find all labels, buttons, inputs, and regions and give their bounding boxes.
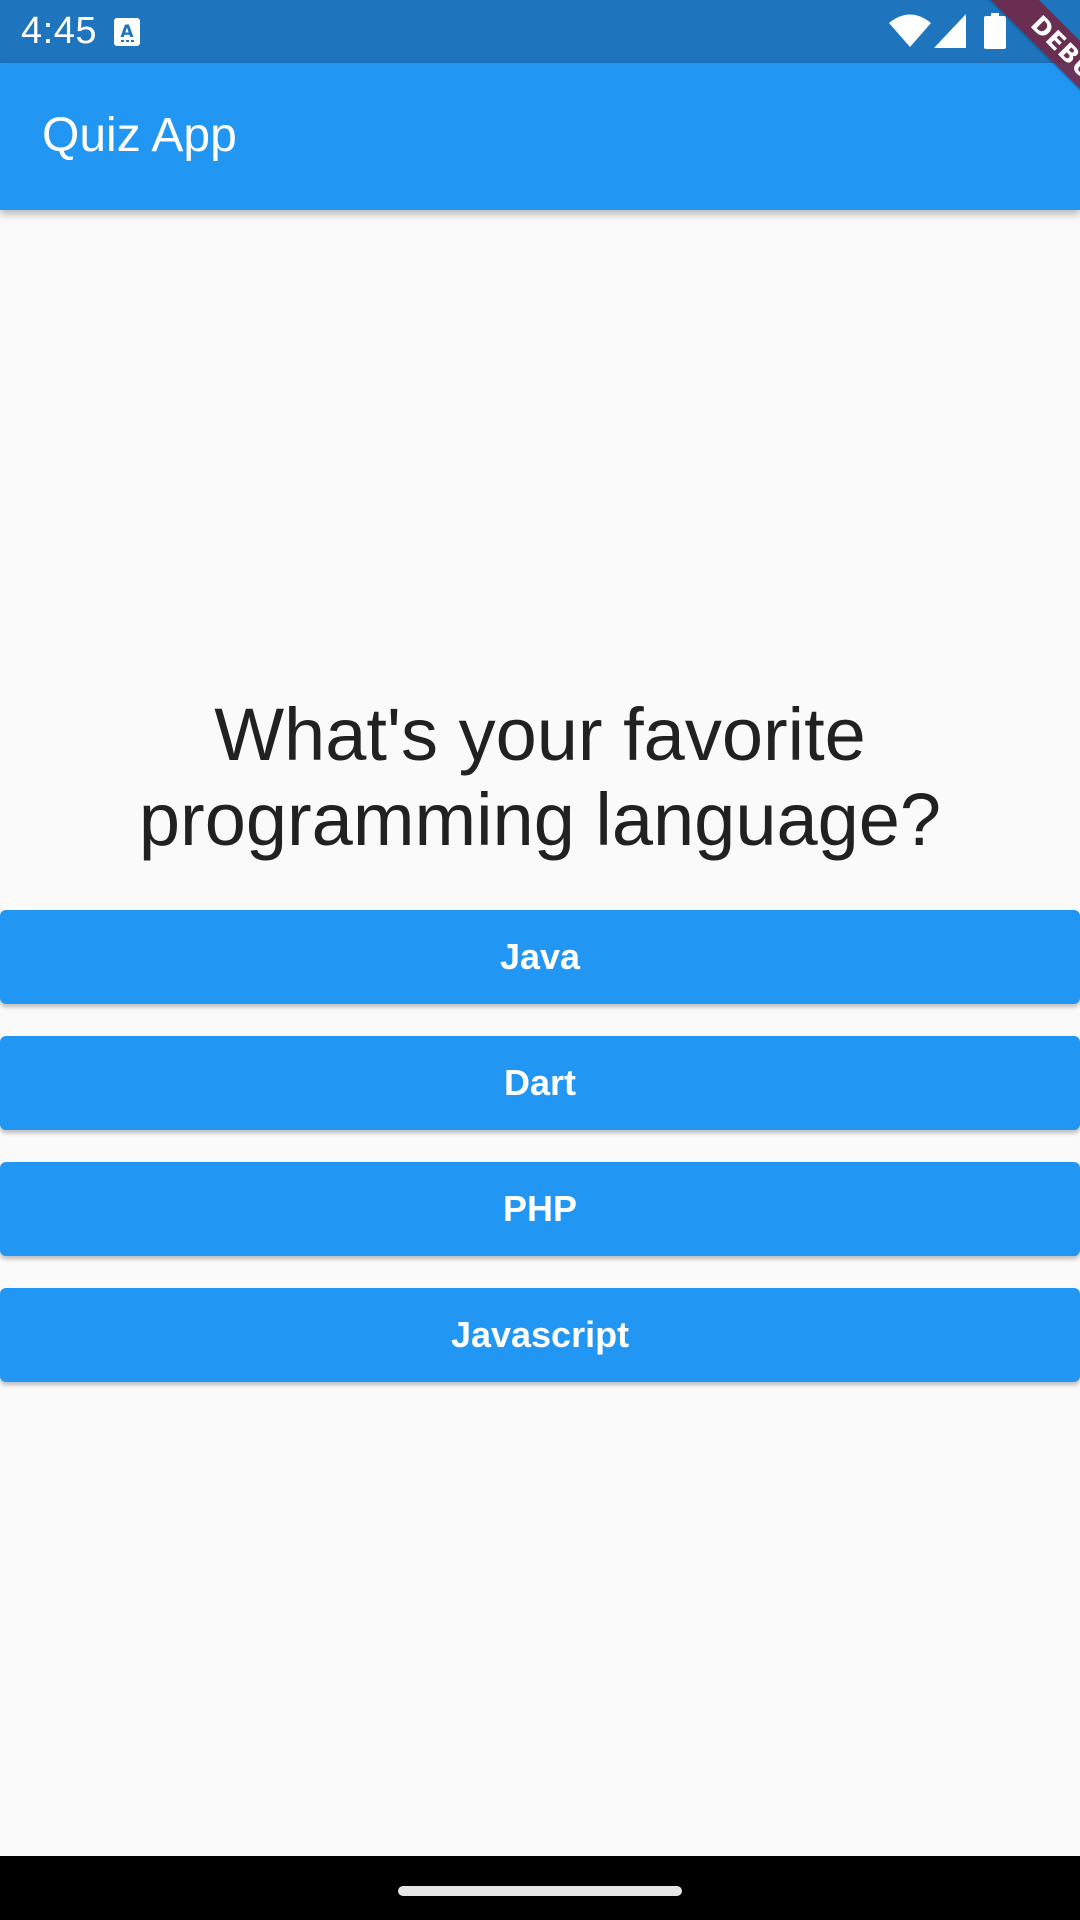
navigation-bar [0,1856,1080,1920]
status-bar: 4:45 A [0,0,1080,63]
quiz-screen: 4:45 A Quiz App DEBUG What's your favori… [0,0,1080,1920]
answer-list: Java Dart PHP Javascript [0,910,1080,1414]
home-indicator[interactable] [398,1886,682,1896]
battery-icon [984,13,1006,49]
question-text: What's your favorite programming languag… [138,693,942,861]
cell-signal-icon [934,14,966,48]
text-a-icon: A [114,18,140,46]
answer-button-javascript[interactable]: Javascript [0,1288,1080,1382]
answer-button-java[interactable]: Java [0,910,1080,1004]
svg-text:A: A [120,22,134,42]
status-time: 4:45 [21,10,97,52]
app-title: Quiz App [42,109,237,162]
wifi-icon [889,14,931,48]
answer-button-dart[interactable]: Dart [0,1036,1080,1130]
answer-button-php[interactable]: PHP [0,1162,1080,1256]
app-bar: Quiz App [0,63,1080,210]
